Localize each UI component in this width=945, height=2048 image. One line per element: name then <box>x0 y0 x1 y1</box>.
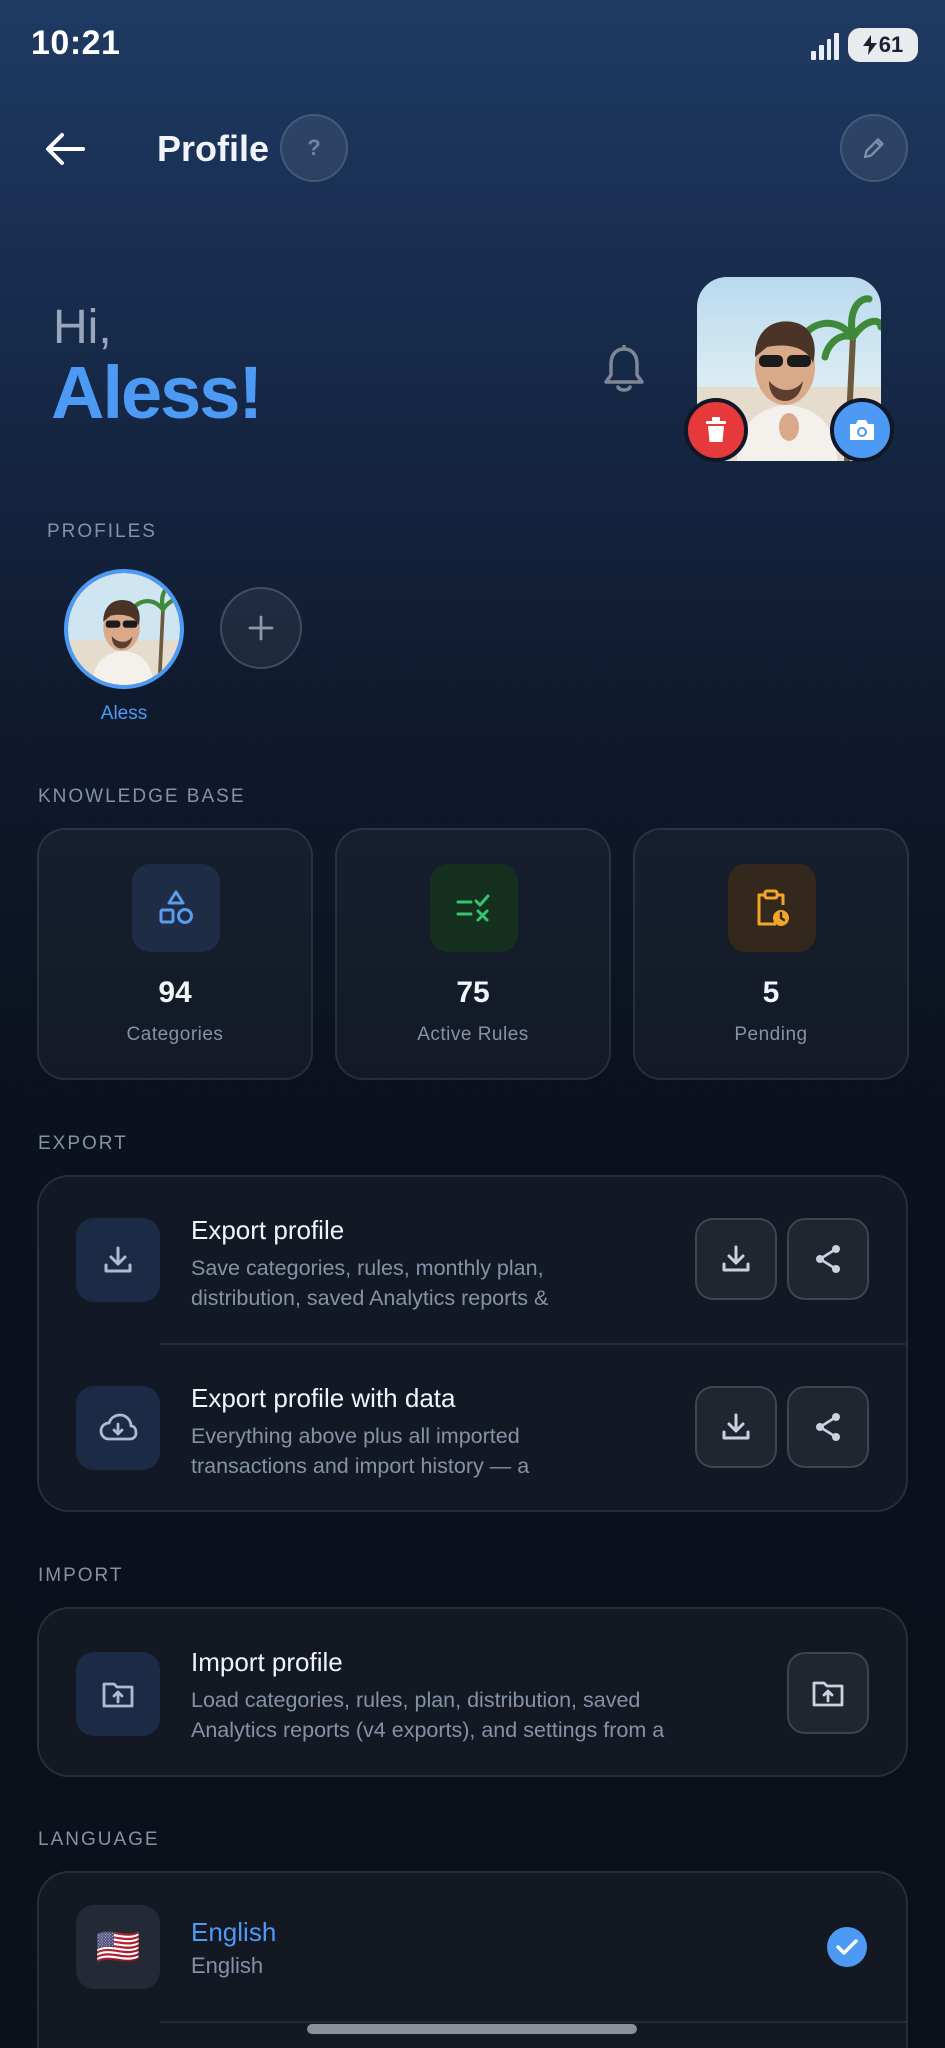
cloud-download-icon <box>76 1386 160 1470</box>
language-section-label: LANGUAGE <box>38 1829 160 1850</box>
rules-check-icon <box>430 864 518 952</box>
profile-name[interactable]: Aless <box>64 703 184 725</box>
greeting-name: Aless! <box>51 351 263 434</box>
checkmark-icon <box>827 1927 867 1967</box>
avatar-photo <box>68 573 180 685</box>
stat-value: 75 <box>456 976 490 1009</box>
share-icon <box>816 1413 840 1441</box>
notifications-button[interactable] <box>598 342 650 398</box>
stat-card-active-rules[interactable]: 75 Active Rules <box>335 828 611 1080</box>
export-with-data-desc: transactions and import history — a <box>191 1454 530 1478</box>
home-indicator[interactable] <box>307 2024 637 2034</box>
camera-icon <box>850 420 874 440</box>
change-photo-button[interactable] <box>830 398 894 462</box>
battery-level: 61 <box>878 32 904 57</box>
divider <box>160 2021 906 2023</box>
import-profile-title: Import profile <box>191 1647 343 1677</box>
stat-label: Pending <box>734 1024 808 1045</box>
flag-emoji: 🇺🇸 <box>95 1926 141 1967</box>
language-name: English <box>191 1917 277 1947</box>
import-section-label: IMPORT <box>38 1565 124 1586</box>
folder-upload-icon <box>812 1681 844 1707</box>
language-card: 🇺🇸 English English <box>37 1871 908 2048</box>
battery-indicator: 61 <box>848 28 918 62</box>
download-icon <box>722 1245 750 1272</box>
export-with-data-title: Export profile with data <box>191 1383 456 1413</box>
download-icon <box>76 1218 160 1302</box>
back-button[interactable] <box>40 124 90 174</box>
export-profile-desc: Save categories, rules, monthly plan, <box>191 1256 544 1280</box>
help-button[interactable]: ? <box>280 114 348 182</box>
clipboard-clock-icon <box>728 864 816 952</box>
stat-label: Active Rules <box>417 1024 529 1045</box>
stat-card-pending[interactable]: 5 Pending <box>633 828 909 1080</box>
us-flag-icon: 🇺🇸 <box>76 1905 160 1989</box>
share-icon <box>816 1245 840 1273</box>
import-profile-desc: Load categories, rules, plan, distributi… <box>191 1688 641 1712</box>
greeting-hi: Hi, <box>53 301 112 354</box>
language-option-english[interactable]: 🇺🇸 English English <box>39 1873 906 2021</box>
pencil-icon <box>863 138 884 159</box>
page-title: Profile <box>157 128 270 169</box>
export-profile-download-button[interactable] <box>695 1218 777 1300</box>
stat-value: 5 <box>762 976 780 1009</box>
export-with-data-download-button[interactable] <box>695 1386 777 1468</box>
download-icon <box>722 1413 750 1440</box>
status-time: 10:21 <box>31 24 121 62</box>
stat-value: 94 <box>158 976 192 1009</box>
trash-icon <box>706 417 726 442</box>
add-profile-button[interactable] <box>220 587 302 669</box>
export-profile-desc: distribution, saved Analytics reports & <box>191 1286 549 1310</box>
charging-bolt-icon <box>862 35 877 55</box>
folder-upload-icon <box>76 1652 160 1736</box>
delete-photo-button[interactable] <box>684 398 748 462</box>
bell-icon <box>604 345 644 392</box>
knowledge-base-section-label: KNOWLEDGE BASE <box>38 786 246 807</box>
import-profile-button[interactable] <box>787 1652 869 1734</box>
stat-label: Categories <box>126 1024 224 1045</box>
arrow-left-icon <box>46 133 85 165</box>
signal-icon <box>811 30 839 60</box>
export-card: Export profile Save categories, rules, m… <box>37 1175 908 1512</box>
plus-icon <box>248 615 274 641</box>
help-icon: ? <box>307 135 321 160</box>
shapes-icon <box>132 864 220 952</box>
stat-card-categories[interactable]: 94 Categories <box>37 828 313 1080</box>
export-section-label: EXPORT <box>38 1133 128 1154</box>
edit-button[interactable] <box>840 114 908 182</box>
export-with-data-desc: Everything above plus all imported <box>191 1424 520 1448</box>
divider <box>160 1343 906 1345</box>
export-profile-title: Export profile <box>191 1215 345 1245</box>
language-native-name: English <box>191 1953 264 1978</box>
import-profile-desc: Analytics reports (v4 exports), and sett… <box>191 1718 665 1742</box>
export-profile-share-button[interactable] <box>787 1218 869 1300</box>
profiles-section-label: PROFILES <box>47 521 157 542</box>
export-with-data-share-button[interactable] <box>787 1386 869 1468</box>
profile-avatar-aless[interactable] <box>64 569 184 689</box>
import-card: Import profile Load categories, rules, p… <box>37 1607 908 1777</box>
